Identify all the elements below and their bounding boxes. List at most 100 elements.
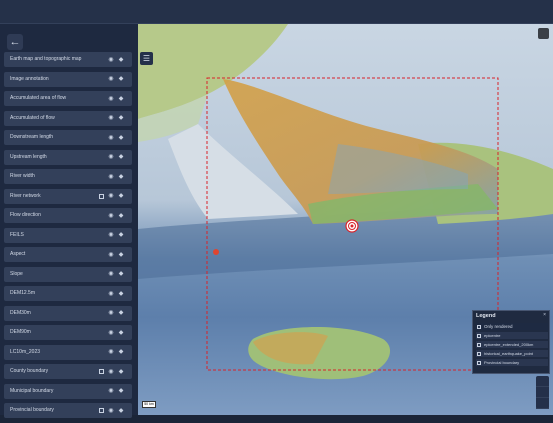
eye-icon[interactable]: ◉ bbox=[108, 135, 114, 141]
checkbox-icon[interactable] bbox=[477, 333, 481, 338]
layer-item-actions: ◉ ◆ bbox=[108, 231, 124, 240]
legend-item[interactable]: epicentre bbox=[476, 332, 548, 339]
eye-icon[interactable]: ◉ bbox=[108, 388, 114, 394]
eye-icon[interactable]: ◉ bbox=[108, 252, 114, 258]
only-rendered-toggle[interactable]: Only rendered bbox=[476, 323, 548, 330]
legend-item[interactable]: historical_earthquake_point bbox=[476, 350, 548, 357]
map-control-button[interactable] bbox=[536, 376, 549, 387]
layer-item-label: FEILS bbox=[10, 231, 24, 238]
eye-icon[interactable]: ◉ bbox=[108, 115, 114, 121]
layer-item[interactable]: LC10m_2023 ◉ ◆ bbox=[4, 344, 132, 360]
eye-icon[interactable]: ◉ bbox=[108, 271, 114, 277]
layer-item[interactable]: DEM90m ◉ ◆ bbox=[4, 325, 132, 340]
layer-item[interactable]: DEM12.5m ◉ ◆ bbox=[4, 286, 132, 301]
layer-item-label: Flow direction bbox=[10, 212, 41, 218]
layer-item[interactable]: Slope ◉ ◆ bbox=[4, 266, 132, 282]
location-icon[interactable]: ◆ bbox=[118, 57, 124, 63]
legend-item[interactable]: Provincial boundary bbox=[476, 359, 548, 366]
layer-item[interactable]: Accumulated area of flow ◉ ◆ bbox=[4, 91, 132, 106]
layer-item[interactable]: Image annotation ◉ ◆ bbox=[4, 71, 132, 87]
layer-item[interactable]: Accumulated of flow ◉ ◆ bbox=[4, 110, 132, 126]
layer-item-label: Upstream length bbox=[10, 153, 47, 160]
eye-icon[interactable]: ◉ bbox=[108, 349, 114, 355]
eye-icon[interactable]: ◉ bbox=[108, 330, 114, 336]
list-icon[interactable]: ☰ bbox=[140, 52, 153, 65]
layer-item-actions: ◉ ◆ bbox=[108, 387, 124, 396]
legend-item-label: epicentre_extended_200km bbox=[484, 342, 534, 347]
eye-icon[interactable]: ◉ bbox=[108, 76, 114, 82]
location-icon[interactable]: ◆ bbox=[118, 232, 124, 238]
map-controls[interactable] bbox=[536, 376, 549, 409]
layer-item[interactable]: Upstream length ◉ ◆ bbox=[4, 149, 132, 165]
location-icon[interactable]: ◆ bbox=[118, 135, 124, 141]
layer-item[interactable]: FEILS ◉ ◆ bbox=[4, 227, 132, 243]
location-icon[interactable]: ◆ bbox=[118, 115, 124, 121]
earthquake-point-icon[interactable] bbox=[213, 249, 219, 255]
layer-item[interactable]: Provincial boundary ◉ ◆ bbox=[4, 403, 132, 418]
target-marker-icon[interactable] bbox=[345, 219, 359, 233]
eye-icon[interactable]: ◉ bbox=[108, 174, 114, 180]
location-icon[interactable]: ◆ bbox=[118, 388, 124, 394]
arrow-left-icon[interactable]: ← bbox=[7, 34, 23, 50]
eye-icon[interactable]: ◉ bbox=[108, 408, 114, 414]
map-control-button[interactable] bbox=[536, 398, 549, 409]
table-icon[interactable] bbox=[99, 369, 104, 374]
location-icon[interactable]: ◆ bbox=[118, 76, 124, 82]
checkbox-icon[interactable] bbox=[477, 351, 481, 356]
layer-item-label: County boundary bbox=[10, 368, 49, 374]
location-icon[interactable]: ◆ bbox=[118, 408, 124, 414]
layer-item-label: Municipal boundary bbox=[10, 387, 54, 394]
layer-item-actions: ◉ ◆ bbox=[99, 406, 124, 415]
eye-icon[interactable]: ◉ bbox=[108, 369, 114, 375]
table-icon[interactable] bbox=[99, 408, 104, 413]
eye-icon[interactable]: ◉ bbox=[108, 310, 114, 316]
checkbox-icon[interactable] bbox=[477, 324, 481, 329]
layer-item-actions: ◉ ◆ bbox=[99, 367, 124, 376]
layer-item-actions: ◉ ◆ bbox=[108, 75, 124, 84]
checkbox-icon[interactable] bbox=[477, 342, 481, 347]
layer-item-actions: ◉ ◆ bbox=[108, 289, 124, 298]
location-icon[interactable]: ◆ bbox=[118, 213, 124, 219]
layer-item[interactable]: River width ◉ ◆ bbox=[4, 169, 132, 184]
layer-item-actions: ◉ ◆ bbox=[108, 153, 124, 162]
eye-icon[interactable]: ◉ bbox=[108, 291, 114, 297]
location-icon[interactable]: ◆ bbox=[118, 154, 124, 160]
table-icon[interactable] bbox=[99, 193, 104, 199]
layer-item-label: DEM90m bbox=[10, 329, 31, 335]
layer-item[interactable]: Downstream length ◉ ◆ bbox=[4, 130, 132, 145]
location-icon[interactable]: ◆ bbox=[118, 349, 124, 355]
layer-item-actions: ◉ ◆ bbox=[108, 309, 124, 318]
location-icon[interactable]: ◆ bbox=[118, 310, 124, 316]
location-icon[interactable]: ◆ bbox=[118, 369, 124, 375]
eye-icon[interactable]: ◉ bbox=[108, 213, 114, 219]
layer-item-label: Earth map and topographic map bbox=[10, 56, 82, 62]
layer-item[interactable]: Municipal boundary ◉ ◆ bbox=[4, 383, 132, 399]
layer-item[interactable]: County boundary ◉ ◆ bbox=[4, 364, 132, 379]
layer-item[interactable]: DEM30m ◉ ◆ bbox=[4, 305, 132, 321]
eye-icon[interactable]: ◉ bbox=[108, 193, 114, 199]
layer-item[interactable]: Aspect ◉ ◆ bbox=[4, 247, 132, 262]
location-icon[interactable]: ◆ bbox=[118, 193, 124, 199]
eye-icon[interactable]: ◉ bbox=[108, 57, 114, 63]
eye-icon[interactable]: ◉ bbox=[108, 232, 114, 238]
location-icon[interactable]: ◆ bbox=[118, 271, 124, 277]
layer-item[interactable]: River network ◉ ◆ bbox=[4, 188, 132, 204]
location-icon[interactable]: ◆ bbox=[118, 291, 124, 297]
layer-item-label: Aspect bbox=[10, 251, 26, 257]
legend-item[interactable]: epicentre_extended_200km bbox=[476, 341, 548, 348]
location-icon[interactable]: ◆ bbox=[118, 252, 124, 258]
layer-item[interactable]: Earth map and topographic map ◉ ◆ bbox=[4, 52, 132, 67]
location-icon[interactable]: ◆ bbox=[118, 330, 124, 336]
eye-icon[interactable]: ◉ bbox=[108, 96, 114, 102]
close-icon[interactable]: × bbox=[543, 312, 546, 318]
location-icon[interactable]: ◆ bbox=[118, 174, 124, 180]
layer-item[interactable]: Flow direction ◉ ◆ bbox=[4, 208, 132, 223]
map-control-button[interactable] bbox=[536, 387, 549, 398]
checkbox-icon[interactable] bbox=[477, 360, 481, 365]
location-icon[interactable]: ◆ bbox=[118, 96, 124, 102]
layer-item-actions: ◉ ◆ bbox=[108, 55, 124, 64]
layer-item-label: DEM12.5m bbox=[10, 290, 36, 296]
eye-icon[interactable]: ◉ bbox=[108, 154, 114, 160]
map-view[interactable]: ☰ 50 km Legend × Only rendered epicentre… bbox=[138, 24, 553, 415]
fullscreen-button[interactable] bbox=[538, 28, 549, 39]
